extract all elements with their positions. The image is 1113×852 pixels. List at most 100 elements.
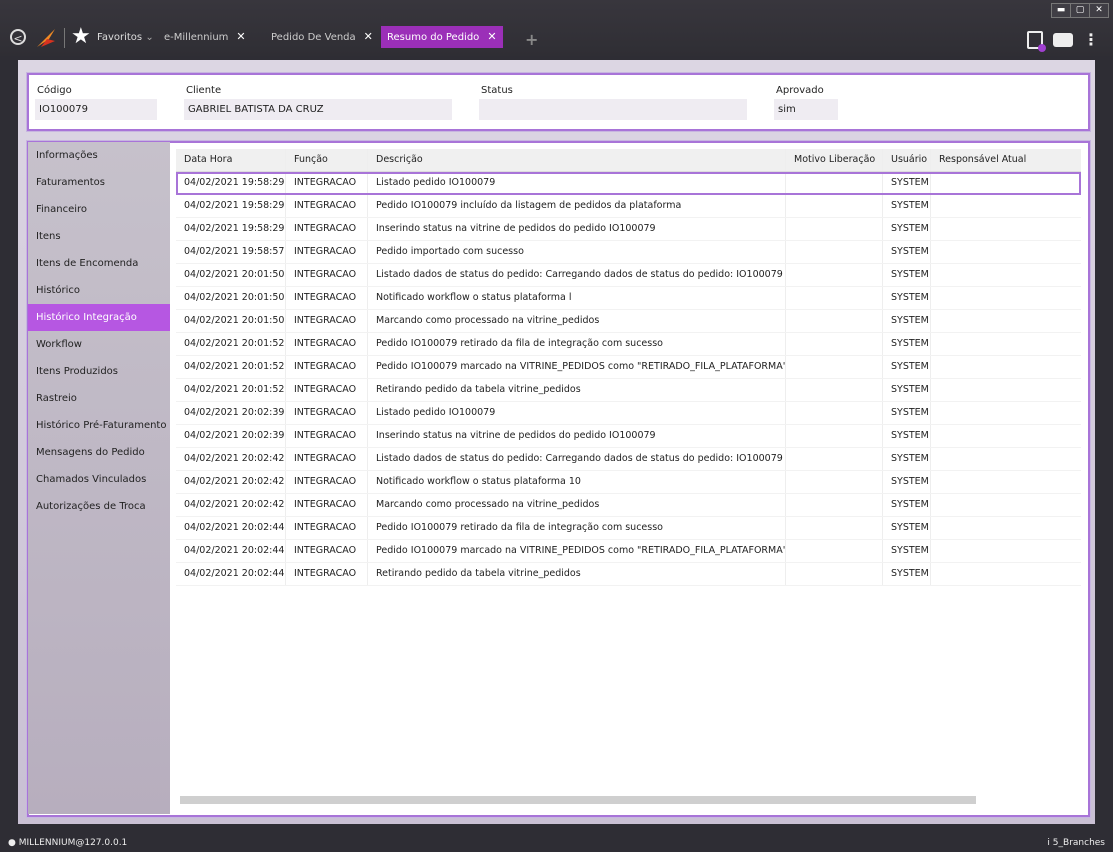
table-row[interactable]: 04/02/2021 20:02:39 INTEGRACAO Listado ped…: [176, 402, 1081, 425]
cell-usuario: SYSTEM: [883, 195, 931, 217]
sidebar-item-rastreio[interactable]: Rastreio: [28, 385, 170, 412]
aprovado-field[interactable]: sim: [774, 99, 838, 120]
cell-funcao: INTEGRACAO: [286, 356, 368, 378]
cliente-label: Cliente: [186, 85, 222, 96]
column-header-descricao[interactable]: Descrição: [368, 149, 786, 171]
column-header-data-hora[interactable]: Data Hora: [176, 149, 286, 171]
table-row[interactable]: 04/02/2021 20:02:42 INTEGRACAO Listado dad…: [176, 448, 1081, 471]
cell-usuario: SYSTEM: [883, 540, 931, 562]
cell-funcao: INTEGRACAO: [286, 517, 368, 539]
tasks-icon[interactable]: [1027, 30, 1046, 52]
more-options-icon[interactable]: ⋮: [1083, 30, 1099, 49]
close-icon[interactable]: ✕: [487, 30, 496, 43]
table-row[interactable]: 04/02/2021 20:02:42 INTEGRACAO Notificado …: [176, 471, 1081, 494]
star-icon[interactable]: ★: [71, 24, 91, 49]
cell-responsavel-atual: [931, 448, 1081, 470]
table-row[interactable]: 04/02/2021 20:02:42 INTEGRACAO Marcando co…: [176, 494, 1081, 517]
table-row[interactable]: 04/02/2021 19:58:29 INTEGRACAO Pedido IO10…: [176, 195, 1081, 218]
sidebar-item-autorizacoes-de-troca[interactable]: Autorizações de Troca: [28, 493, 170, 520]
cell-responsavel-atual: [931, 517, 1081, 539]
cell-motivo-liberacao: [786, 402, 883, 424]
cell-responsavel-atual: [931, 471, 1081, 493]
horizontal-scrollbar[interactable]: [180, 796, 976, 804]
cell-data-hora: 04/02/2021 19:58:29: [176, 172, 286, 194]
table-row[interactable]: 04/02/2021 20:02:44 INTEGRACAO Retirando p…: [176, 563, 1081, 586]
sidebar-item-historico-integracao[interactable]: Histórico Integração: [28, 304, 170, 331]
status-field[interactable]: [479, 99, 747, 120]
cell-data-hora: 04/02/2021 20:01:52: [176, 379, 286, 401]
cell-data-hora: 04/02/2021 19:58:29: [176, 218, 286, 240]
tab-pedido-de-venda[interactable]: Pedido De Venda ✕: [265, 26, 379, 48]
favorites-label: Favoritos: [97, 32, 143, 43]
table-row[interactable]: 04/02/2021 20:01:52 INTEGRACAO Pedido IO10…: [176, 356, 1081, 379]
codigo-field[interactable]: IO100079: [35, 99, 157, 120]
column-header-responsavel-atual[interactable]: Responsável Atual: [931, 149, 1081, 171]
sidebar-item-mensagens-do-pedido[interactable]: Mensagens do Pedido: [28, 439, 170, 466]
sidebar-item-financeiro[interactable]: Financeiro: [28, 196, 170, 223]
cell-data-hora: 04/02/2021 20:02:42: [176, 471, 286, 493]
sidebar-item-itens-de-encomenda[interactable]: Itens de Encomenda: [28, 250, 170, 277]
table-row[interactable]: 04/02/2021 20:02:44 INTEGRACAO Pedido IO10…: [176, 540, 1081, 563]
cell-descricao: Listado pedido IO100079: [368, 172, 786, 194]
sidebar-item-informacoes[interactable]: Informações: [28, 142, 170, 169]
cell-responsavel-atual: [931, 425, 1081, 447]
sidebar-item-historico[interactable]: Histórico: [28, 277, 170, 304]
cell-usuario: SYSTEM: [883, 425, 931, 447]
table-row[interactable]: 04/02/2021 20:01:52 INTEGRACAO Pedido IO10…: [176, 333, 1081, 356]
sidebar-item-faturamentos[interactable]: Faturamentos: [28, 169, 170, 196]
cell-usuario: SYSTEM: [883, 287, 931, 309]
cell-motivo-liberacao: [786, 425, 883, 447]
maximize-button[interactable]: ▢: [1070, 4, 1089, 17]
sidebar-item-chamados-vinculados[interactable]: Chamados Vinculados: [28, 466, 170, 493]
cell-usuario: SYSTEM: [883, 333, 931, 355]
cell-usuario: SYSTEM: [883, 218, 931, 240]
sidebar-item-itens-produzidos[interactable]: Itens Produzidos: [28, 358, 170, 385]
back-icon[interactable]: <: [10, 29, 26, 45]
cell-funcao: INTEGRACAO: [286, 264, 368, 286]
cell-descricao: Listado dados de status do pedido: Carre…: [368, 448, 786, 470]
chat-icon[interactable]: [1053, 32, 1073, 47]
table-row[interactable]: 04/02/2021 20:01:50 INTEGRACAO Listado dad…: [176, 264, 1081, 287]
status-bar: ● MILLENNIUM@127.0.0.1 i 5_Branches: [0, 834, 1113, 852]
cell-usuario: SYSTEM: [883, 379, 931, 401]
table-row[interactable]: 04/02/2021 20:01:52 INTEGRACAO Retirando p…: [176, 379, 1081, 402]
table-row[interactable]: 04/02/2021 19:58:57 INTEGRACAO Pedido impo…: [176, 241, 1081, 264]
cell-usuario: SYSTEM: [883, 310, 931, 332]
cell-usuario: SYSTEM: [883, 563, 931, 585]
sidebar-item-itens[interactable]: Itens: [28, 223, 170, 250]
sidebar-item-historico-pre-faturamento[interactable]: Histórico Pré-Faturamento: [28, 412, 170, 439]
tab-label: e-Millennium: [164, 32, 229, 43]
cell-funcao: INTEGRACAO: [286, 241, 368, 263]
cell-data-hora: 04/02/2021 20:02:39: [176, 402, 286, 424]
column-header-motivo-liberacao[interactable]: Motivo Liberação: [786, 149, 883, 171]
cell-funcao: INTEGRACAO: [286, 402, 368, 424]
tab-resumo-do-pedido[interactable]: Resumo do Pedido ✕: [381, 26, 503, 48]
minimize-button[interactable]: ▬: [1052, 4, 1070, 17]
close-window-button[interactable]: ✕: [1089, 4, 1108, 17]
cell-responsavel-atual: [931, 218, 1081, 240]
column-header-usuario[interactable]: Usuário: [883, 149, 931, 171]
table-row[interactable]: 04/02/2021 20:02:44 INTEGRACAO Pedido IO10…: [176, 517, 1081, 540]
table-row[interactable]: 04/02/2021 19:58:29 INTEGRACAO Listado ped…: [176, 172, 1081, 195]
table-row[interactable]: 04/02/2021 20:01:50 INTEGRACAO Notificado …: [176, 287, 1081, 310]
table-row[interactable]: 04/02/2021 20:01:50 INTEGRACAO Marcando co…: [176, 310, 1081, 333]
sidebar-item-workflow[interactable]: Workflow: [28, 331, 170, 358]
cell-motivo-liberacao: [786, 195, 883, 217]
cell-responsavel-atual: [931, 195, 1081, 217]
cell-data-hora: 04/02/2021 20:01:50: [176, 264, 286, 286]
codigo-label: Código: [37, 85, 72, 96]
table-row[interactable]: 04/02/2021 19:58:29 INTEGRACAO Inserindo s…: [176, 218, 1081, 241]
tab-e-millennium[interactable]: e-Millennium ✕: [158, 26, 252, 48]
millennium-logo-icon[interactable]: [35, 27, 57, 49]
divider: [64, 28, 65, 48]
window-controls: ▬ ▢ ✕: [1051, 3, 1109, 18]
cell-descricao: Pedido IO100079 incluído da listagem de …: [368, 195, 786, 217]
cliente-field[interactable]: GABRIEL BATISTA DA CRUZ: [184, 99, 452, 120]
add-tab-button[interactable]: +: [525, 30, 538, 49]
table-row[interactable]: 04/02/2021 20:02:39 INTEGRACAO Inserindo s…: [176, 425, 1081, 448]
cell-descricao: Pedido IO100079 retirado da fila de inte…: [368, 517, 786, 539]
favorites-menu[interactable]: Favoritos ⌄: [97, 32, 154, 43]
close-icon[interactable]: ✕: [364, 30, 373, 43]
close-icon[interactable]: ✕: [236, 30, 245, 43]
column-header-funcao[interactable]: Função: [286, 149, 368, 171]
